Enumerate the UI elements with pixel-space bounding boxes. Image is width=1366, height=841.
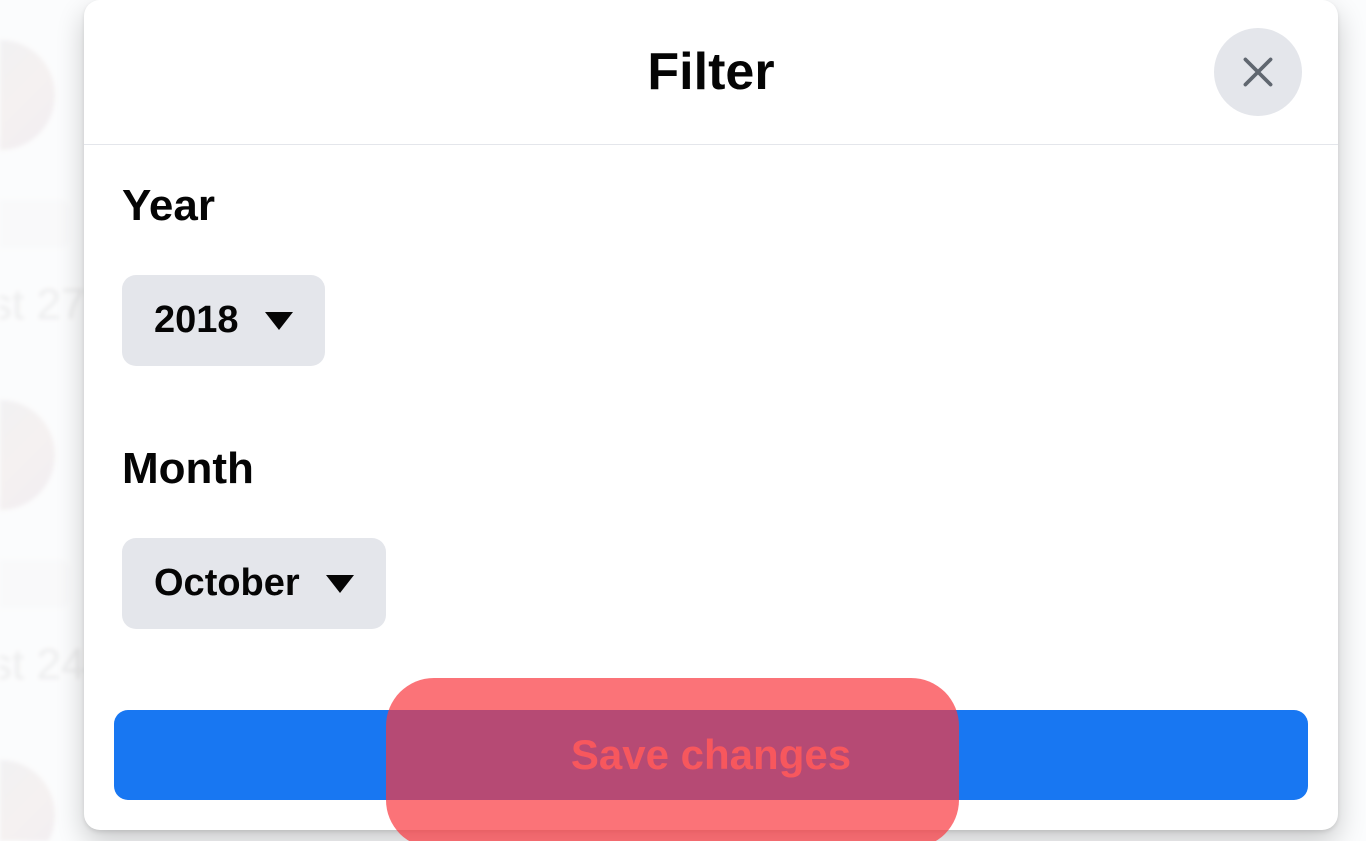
save-button-label: Save changes [571,731,851,779]
year-field-group: Year 2018 [122,181,1310,366]
year-label: Year [122,181,1310,231]
month-field-group: Month October [122,444,1310,629]
close-icon [1237,51,1279,93]
year-select[interactable]: 2018 [122,275,325,366]
modal-footer: Save changes [114,710,1308,800]
year-select-value: 2018 [154,299,239,342]
modal-title: Filter [647,42,774,102]
caret-down-icon [326,575,354,593]
caret-down-icon [265,312,293,330]
modal-body: Year 2018 Month October [84,145,1338,629]
month-select-value: October [154,562,300,605]
save-changes-button[interactable]: Save changes [114,710,1308,800]
month-label: Month [122,444,1310,494]
close-button[interactable] [1214,28,1302,116]
modal-header: Filter [84,0,1338,145]
month-select[interactable]: October [122,538,386,629]
filter-modal: Filter Year 2018 Month October Save chan… [84,0,1338,830]
